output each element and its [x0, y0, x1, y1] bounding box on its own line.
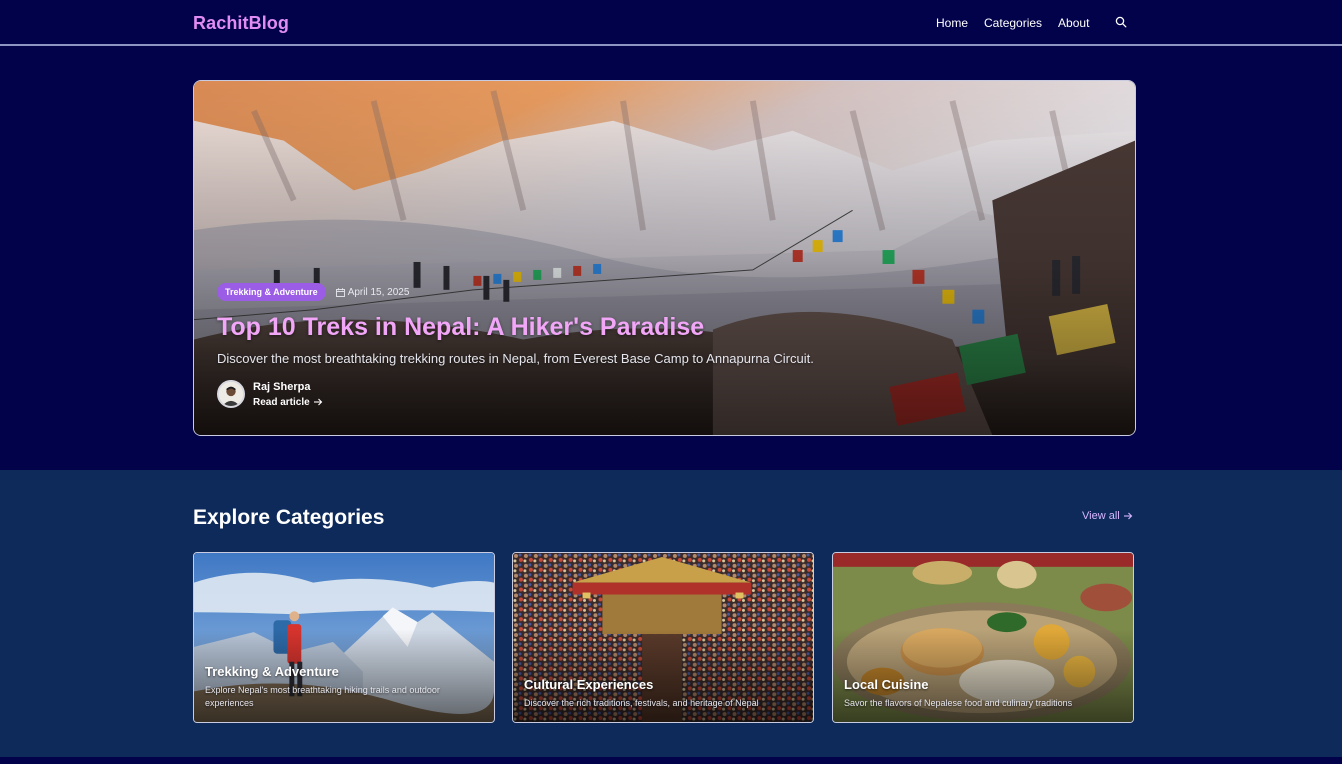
- category-badge[interactable]: Trekking & Adventure: [217, 283, 326, 301]
- search-icon[interactable]: [1115, 16, 1127, 28]
- footer-strip: [0, 757, 1342, 764]
- publish-date: April 15, 2025: [335, 286, 410, 298]
- arrow-right-icon: [313, 398, 322, 406]
- top-navbar: RachitBlog Home Categories About: [0, 0, 1342, 46]
- nav-links: Home Categories About: [936, 16, 1105, 30]
- read-article-label: Read article: [253, 396, 310, 408]
- nav-link-categories[interactable]: Categories: [984, 16, 1042, 30]
- view-all-label: View all: [1082, 510, 1120, 522]
- hero-title[interactable]: Top 10 Treks in Nepal: A Hiker's Paradis…: [217, 313, 1115, 342]
- view-all-link[interactable]: View all: [1082, 510, 1133, 522]
- featured-article-card[interactable]: Trekking & Adventure April 15, 2025 Top …: [193, 80, 1136, 436]
- author-block: Raj Sherpa Read article: [217, 380, 1115, 408]
- author-name: Raj Sherpa: [253, 380, 311, 393]
- category-text: Trekking & Adventure Explore Nepal's mos…: [205, 664, 484, 710]
- category-name: Cultural Experiences: [524, 677, 654, 692]
- category-name: Local Cuisine: [844, 677, 929, 692]
- arrow-right-icon: [1123, 512, 1132, 520]
- category-card-culture[interactable]: Cultural Experiences Discover the rich t…: [512, 552, 814, 723]
- author-avatar: [217, 380, 245, 408]
- categories-section: Explore Categories View all Trekking & A…: [0, 470, 1342, 757]
- nav-link-about[interactable]: About: [1058, 16, 1089, 30]
- read-article-link[interactable]: Read article: [253, 397, 323, 408]
- category-name: Trekking & Adventure: [205, 664, 339, 679]
- author-info: Raj Sherpa Read article: [253, 381, 323, 408]
- publish-date-text: April 15, 2025: [347, 286, 410, 298]
- category-description: Discover the rich traditions, festivals,…: [524, 698, 759, 708]
- category-card-cuisine[interactable]: Local Cuisine Savor the flavors of Nepal…: [832, 552, 1134, 723]
- calendar-icon: [335, 287, 345, 297]
- category-description: Explore Nepal's most breathtaking hiking…: [205, 685, 440, 708]
- brand-logo[interactable]: RachitBlog: [193, 13, 289, 34]
- hero-content: Trekking & Adventure April 15, 2025 Top …: [217, 283, 1115, 408]
- hero-section: Trekking & Adventure April 15, 2025 Top …: [0, 46, 1342, 470]
- category-card-trekking[interactable]: Trekking & Adventure Explore Nepal's mos…: [193, 552, 495, 723]
- category-description: Savor the flavors of Nepalese food and c…: [844, 698, 1073, 708]
- category-text: Local Cuisine Savor the flavors of Nepal…: [844, 677, 1123, 710]
- hero-description: Discover the most breathtaking trekking …: [217, 351, 814, 366]
- category-text: Cultural Experiences Discover the rich t…: [524, 677, 803, 710]
- nav-link-home[interactable]: Home: [936, 16, 968, 30]
- hero-meta: Trekking & Adventure April 15, 2025: [217, 283, 1115, 301]
- categories-heading: Explore Categories: [193, 506, 385, 529]
